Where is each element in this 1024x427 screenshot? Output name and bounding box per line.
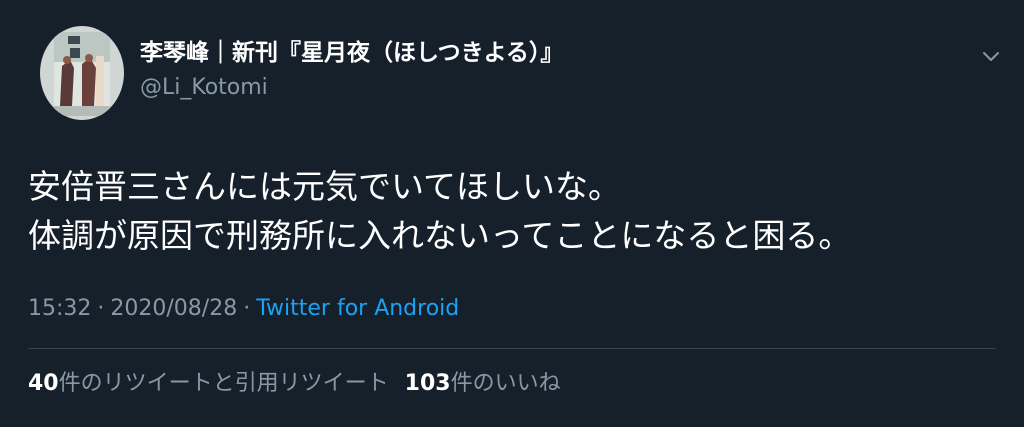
tweet-meta: 15:32 · 2020/08/28 · Twitter for Android [28,294,459,324]
meta-separator: · [97,296,105,321]
more-options-button[interactable] [980,48,1002,66]
meta-separator: · [243,296,251,321]
retweets-count: 40 [28,371,59,396]
user-handle[interactable]: @Li_Kotomi [140,74,934,102]
tweet-stats: 40件のリツイートと引用リツイート 103件のいいね [28,369,561,399]
likes-count: 103 [404,371,451,396]
display-name[interactable]: 李琴峰｜新刊『星月夜（ほしつきよる）』 [140,38,934,68]
retweets-stat[interactable]: 40件のリツイートと引用リツイート [28,371,389,396]
tweet-text-line: 体調が原因で刑務所に入れないってことになると困る。 [28,216,852,255]
tweet-date[interactable]: 2020/08/28 [110,296,237,321]
divider [28,348,996,349]
author-block: 李琴峰｜新刊『星月夜（ほしつきよる）』 @Li_Kotomi [140,38,934,102]
book-cover-avatar-icon [40,26,124,120]
tweet-text-line: 安倍晋三さんには元気でいてほしいな。 [28,167,622,206]
retweets-label: 件のリツイートと引用リツイート [58,371,389,396]
avatar[interactable] [40,26,124,120]
tweet-text: 安倍晋三さんには元気でいてほしいな。 体調が原因で刑務所に入れないってことになる… [28,162,984,260]
tweet-detail: 李琴峰｜新刊『星月夜（ほしつきよる）』 @Li_Kotomi 安倍晋三さんには元… [0,0,1024,427]
tweet-time[interactable]: 15:32 [28,296,91,321]
likes-stat[interactable]: 103件のいいね [405,371,561,396]
likes-label: 件のいいね [450,371,561,396]
tweet-source-link[interactable]: Twitter for Android [256,296,459,321]
chevron-down-icon [983,52,999,61]
